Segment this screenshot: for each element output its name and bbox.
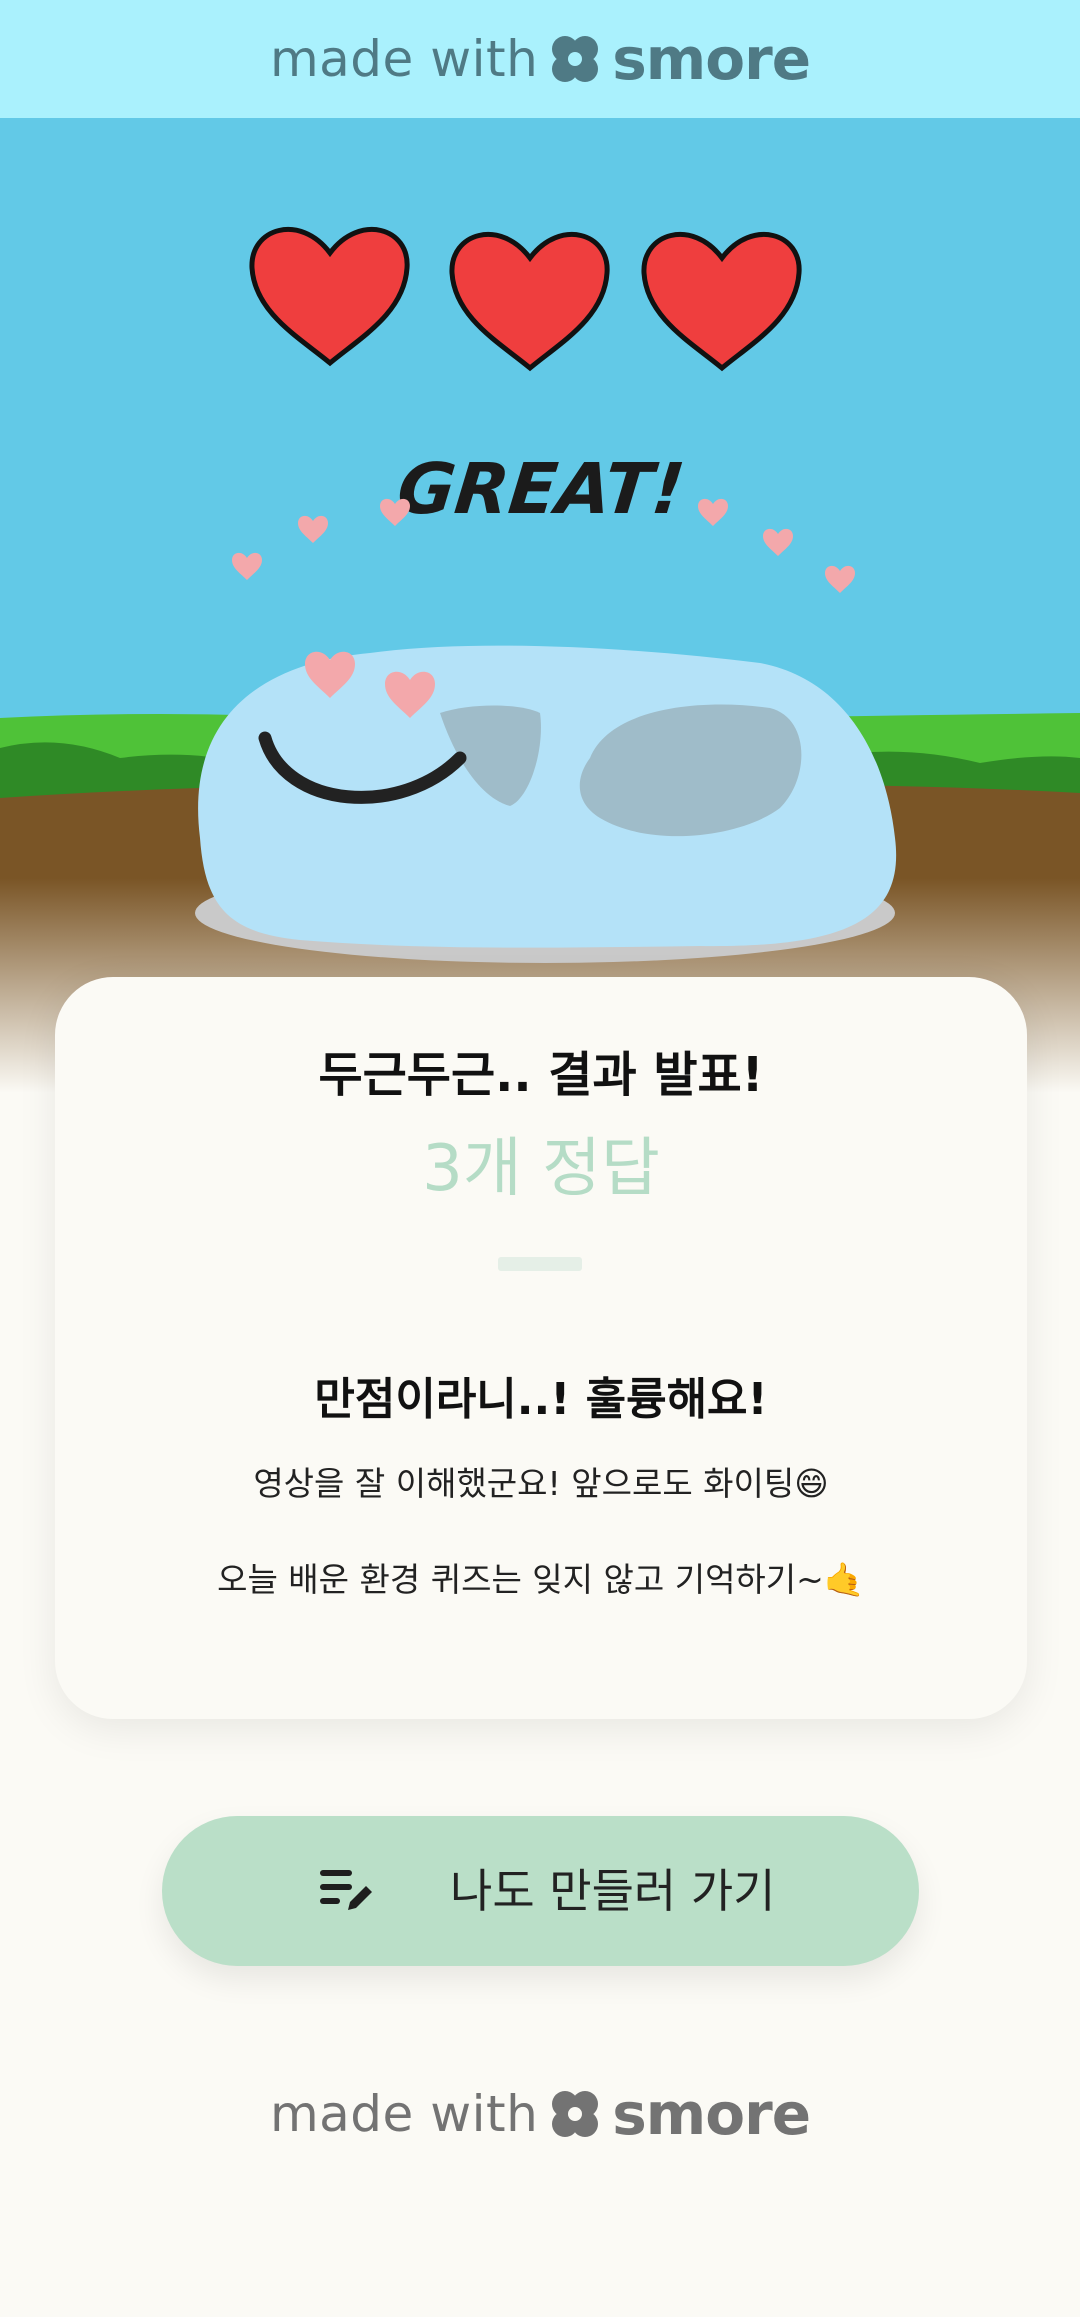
smore-brand-text: smore <box>612 25 811 93</box>
great-banner-text: GREAT! <box>394 448 689 530</box>
smore-flower-icon <box>552 2091 599 2137</box>
divider <box>498 1257 582 1271</box>
footer-branding[interactable]: made with smore <box>0 2080 1080 2148</box>
made-with-text: made with <box>269 30 539 88</box>
made-with-text: made with <box>269 2085 539 2143</box>
smore-flower-icon <box>552 36 599 82</box>
lives-hearts <box>249 226 802 372</box>
score-text: 3개 정답 <box>422 1132 660 1206</box>
edit-list-icon <box>320 1870 372 1910</box>
made-with-smore-logo[interactable]: made with smore <box>269 2080 811 2148</box>
top-banner[interactable]: made with smore <box>0 0 1080 118</box>
slime-character <box>198 645 897 948</box>
smore-brand-text: smore <box>612 2080 811 2148</box>
result-heading: 두근두근.. 결과 발표! <box>318 1047 764 1103</box>
make-my-own-label: 나도 만들러 가기 <box>450 1864 776 1918</box>
made-with-smore-logo[interactable]: made with smore <box>269 25 811 93</box>
result-illustration: GREAT! <box>0 118 1080 1093</box>
result-subtitle: 만점이라니..! 훌륭해요! <box>314 1374 768 1425</box>
result-card: 두근두근.. 결과 발표! 3개 정답 만점이라니..! 훌륭해요! 영상을 잘… <box>55 977 1027 1719</box>
result-message-line-1: 영상을 잘 이해했군요! 앞으로도 화이팅😄 <box>253 1464 829 1503</box>
result-message-line-2: 오늘 배운 환경 퀴즈는 잊지 않고 기억하기~🤙 <box>217 1560 865 1599</box>
make-my-own-button[interactable]: 나도 만들러 가기 <box>162 1816 919 1966</box>
